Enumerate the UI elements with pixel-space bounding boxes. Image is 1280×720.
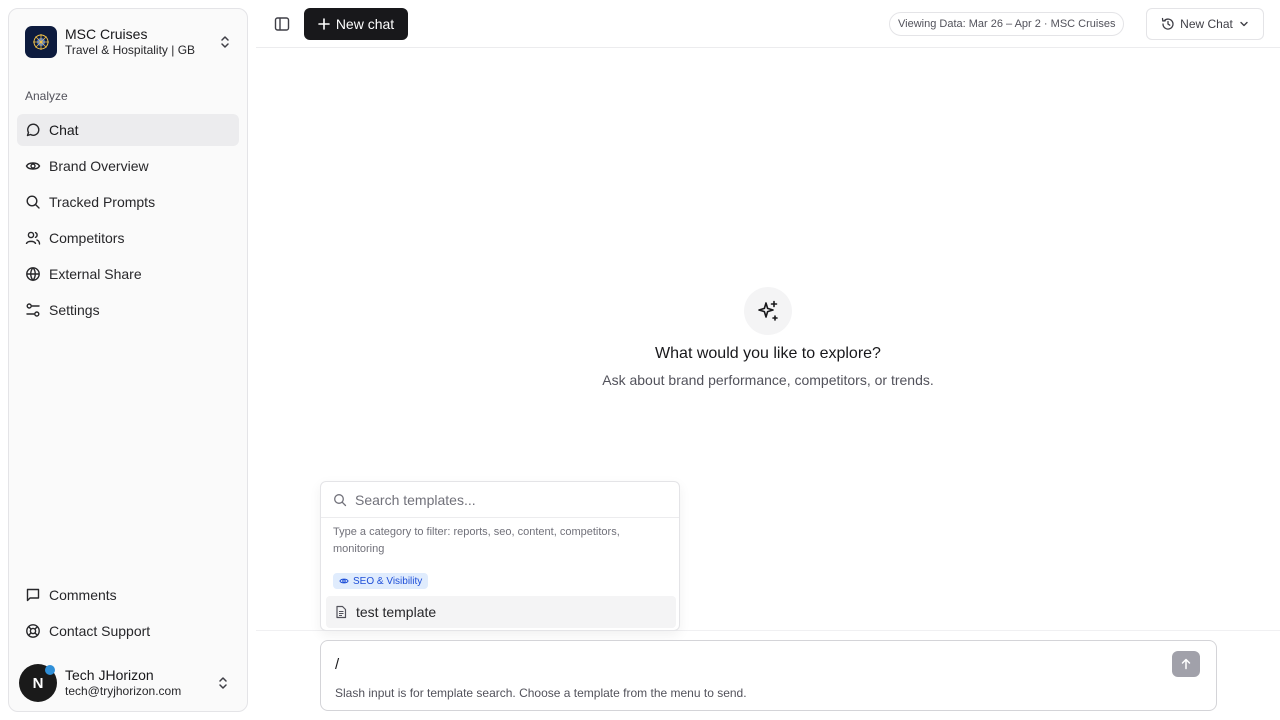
arrow-up-icon (1181, 658, 1191, 670)
chat-history-dropdown[interactable]: New Chat (1146, 8, 1264, 40)
send-button[interactable] (1172, 651, 1200, 677)
new-chat-label: New chat (335, 16, 395, 32)
org-logo (25, 26, 57, 58)
template-search-input[interactable] (355, 491, 655, 508)
template-menu: Type a category to filter: reports, seo,… (320, 481, 680, 631)
empty-state-title: What would you like to explore? (655, 345, 881, 362)
history-icon (1161, 17, 1175, 31)
sidebar-bottom-nav: Comments Contact Support (17, 579, 239, 651)
user-name: Tech JHorizon (65, 667, 154, 683)
message-circle-icon (25, 122, 41, 138)
empty-state: What would you like to explore? Ask abou… (256, 287, 1280, 388)
top-bar: New chat Viewing Data: Mar 26 – Apr 2 · … (256, 0, 1280, 48)
sidebar-toggle-icon[interactable] (274, 16, 290, 32)
section-label-analyze: Analyze (25, 89, 68, 103)
chevrons-up-down-icon (217, 34, 233, 50)
sidebar-item-label: Comments (49, 587, 117, 603)
status-dot (45, 665, 55, 675)
user-menu[interactable]: N Tech JHorizon tech@tryjhorizon.com (19, 663, 231, 703)
composer-hint: Slash input is for template search. Choo… (335, 686, 747, 700)
template-item-label: test template (356, 604, 437, 620)
template-item[interactable]: test template (326, 596, 676, 628)
sidebar-item-label: Brand Overview (49, 158, 149, 174)
sidebar-item-label: Chat (49, 122, 79, 138)
template-filter-hint: Type a category to filter: reports, seo,… (321, 518, 679, 568)
sidebar-item-brand-overview[interactable]: Brand Overview (17, 150, 239, 182)
avatar: N (19, 664, 57, 702)
new-chat-button[interactable]: New chat (304, 8, 408, 40)
sidebar-item-label: Contact Support (49, 623, 151, 639)
chevron-down-icon (1239, 19, 1249, 29)
file-text-icon (334, 605, 348, 619)
sidebar-item-competitors[interactable]: Competitors (17, 222, 239, 254)
sidebar-nav: Chat Brand Overview Tracked Prompts Comp… (17, 114, 239, 330)
composer-input[interactable]: / (335, 656, 339, 673)
sidebar-item-comments[interactable]: Comments (17, 579, 239, 611)
category-badge: SEO & Visibility (333, 573, 429, 589)
empty-state-subtitle: Ask about brand performance, competitors… (602, 372, 934, 388)
sidebar-item-chat[interactable]: Chat (17, 114, 239, 146)
sidebar-item-label: Competitors (49, 230, 125, 246)
sidebar-item-tracked-prompts[interactable]: Tracked Prompts (17, 186, 239, 218)
user-email: tech@tryjhorizon.com (65, 684, 182, 698)
avatar-initial: N (32, 674, 44, 692)
org-switcher[interactable]: MSC Cruises Travel & Hospitality | GB (25, 25, 233, 59)
sidebar-item-contact-support[interactable]: Contact Support (17, 615, 239, 647)
sidebar-item-settings[interactable]: Settings (17, 294, 239, 326)
message-square-icon (25, 587, 41, 603)
sidebar-item-external-share[interactable]: External Share (17, 258, 239, 290)
sidebar-item-label: Settings (49, 302, 100, 318)
search-icon (25, 194, 41, 210)
plus-icon (318, 18, 330, 30)
org-subtitle: Travel & Hospitality | GB (65, 43, 196, 57)
viewing-data-badge: Viewing Data: Mar 26 – Apr 2 · MSC Cruis… (889, 12, 1125, 36)
globe-icon (25, 266, 41, 282)
eye-icon (25, 158, 41, 174)
search-icon (333, 493, 347, 507)
template-filter-hint-text: Type a category to filter: reports, seo,… (333, 526, 620, 555)
org-name: MSC Cruises (65, 26, 148, 42)
chevrons-up-down-icon (215, 675, 231, 691)
message-composer[interactable]: / Slash input is for template search. Ch… (320, 640, 1217, 711)
eye-icon (339, 576, 349, 586)
template-search (321, 482, 679, 518)
sparkles-icon (744, 287, 792, 335)
category-label: SEO & Visibility (353, 575, 423, 587)
sliders-icon (25, 302, 41, 318)
sidebar: MSC Cruises Travel & Hospitality | GB An… (8, 8, 248, 712)
sidebar-item-label: External Share (49, 266, 142, 282)
life-buoy-icon (25, 623, 41, 639)
compass-logo-icon (33, 34, 49, 50)
users-icon (25, 230, 41, 246)
sidebar-item-label: Tracked Prompts (49, 194, 156, 210)
history-label: New Chat (1180, 17, 1233, 31)
